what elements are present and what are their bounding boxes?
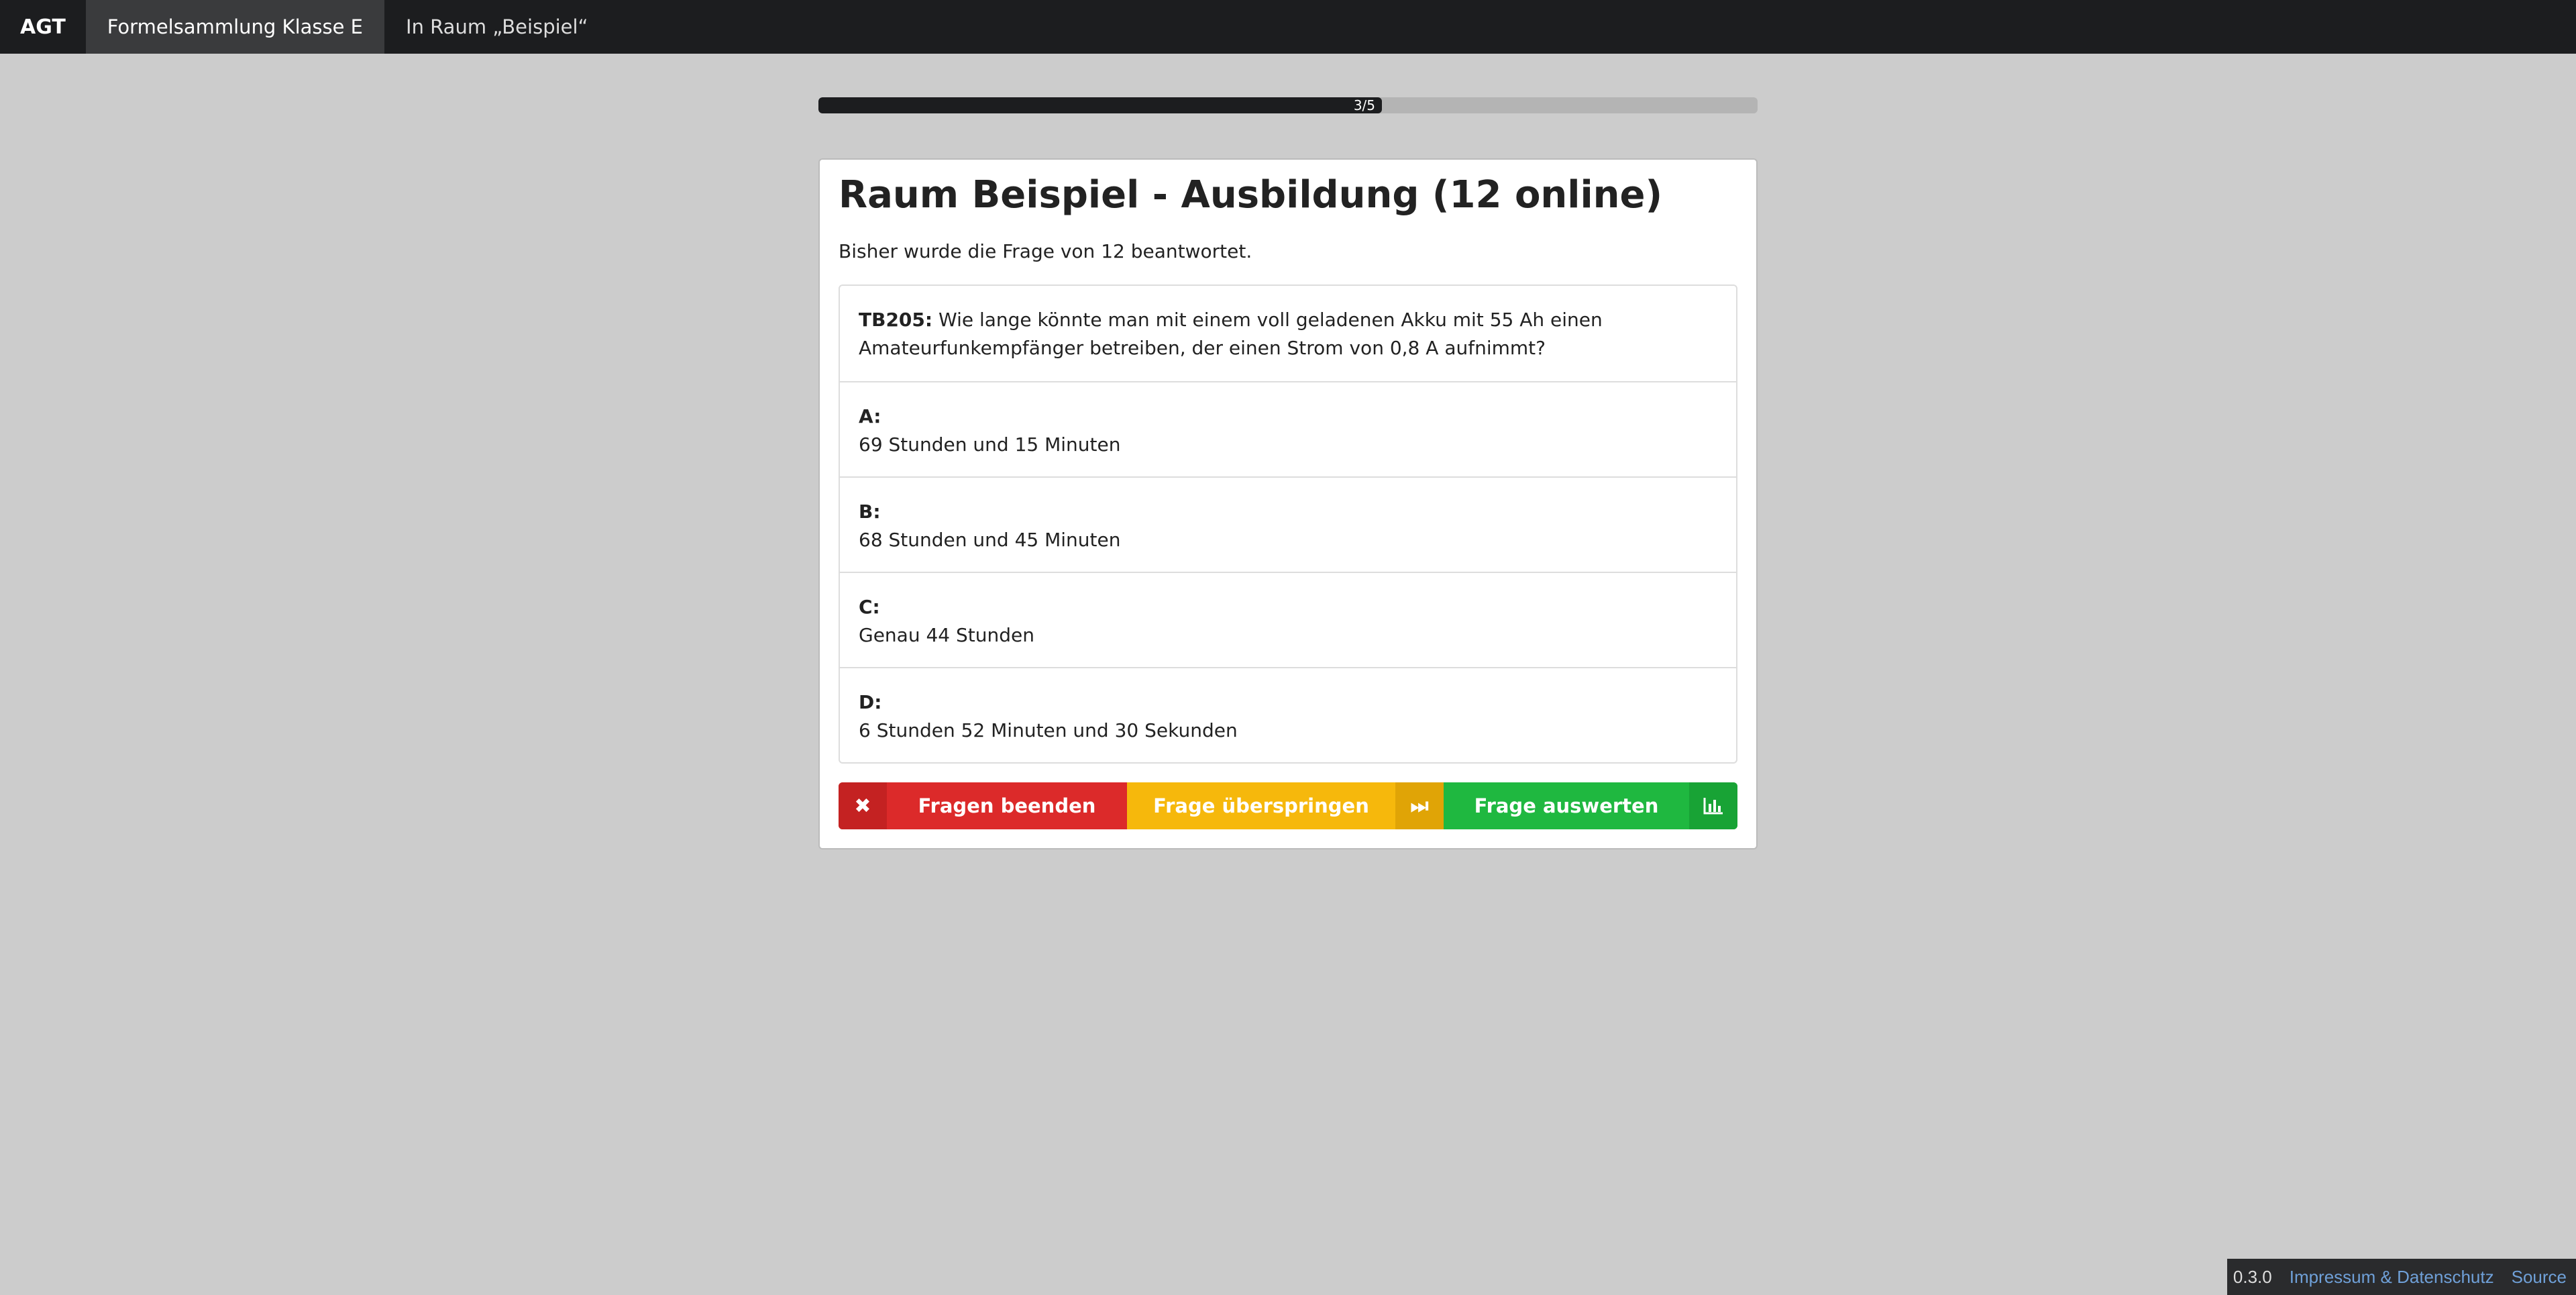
question-body: Wie lange könnte man mit einem voll gela… <box>859 309 1603 359</box>
room-card: Raum Beispiel - Ausbildung (12 online) B… <box>818 158 1758 849</box>
answer-option-b[interactable]: B: 68 Stunden und 45 Minuten <box>840 476 1736 572</box>
page-title: Raum Beispiel - Ausbildung (12 online) <box>839 173 1663 217</box>
source-link[interactable]: Source <box>2512 1267 2567 1288</box>
close-icon: ✖ <box>839 782 887 829</box>
skip-question-label: Frage überspringen <box>1153 794 1369 817</box>
question-id: TB205: <box>859 309 933 331</box>
answer-option-a[interactable]: A: 69 Stunden und 15 Minuten <box>840 381 1736 476</box>
question-text: TB205: Wie lange könnte man mit einem vo… <box>840 286 1736 381</box>
fast-forward-icon: ⏭ <box>1395 782 1444 829</box>
imprint-link[interactable]: Impressum & Datenschutz <box>2290 1267 2494 1288</box>
top-navbar: AGT Formelsammlung Klasse E In Raum „Bei… <box>0 0 2576 54</box>
option-text: 69 Stunden und 15 Minuten <box>859 433 1121 456</box>
bar-chart-svg <box>1703 798 1723 815</box>
option-text: 68 Stunden und 45 Minuten <box>859 529 1121 551</box>
option-key: D: <box>859 691 882 713</box>
answered-count-text: Bisher wurde die Frage von 12 beantworte… <box>839 240 1252 262</box>
version-label: 0.3.0 <box>2233 1266 2272 1287</box>
option-text: 6 Stunden 52 Minuten und 30 Sekunden <box>859 719 1238 741</box>
option-key: B: <box>859 501 881 523</box>
action-button-group: ✖ Fragen beenden Frage überspringen ⏭ Fr… <box>839 782 1737 829</box>
nav-item-formelsammlung[interactable]: Formelsammlung Klasse E <box>85 0 385 54</box>
end-questions-label: Fragen beenden <box>918 794 1096 817</box>
question-progress-bar: 3/5 <box>818 97 1758 113</box>
answer-option-d[interactable]: D: 6 Stunden 52 Minuten und 30 Sekunden <box>840 667 1736 762</box>
end-questions-button[interactable]: ✖ Fragen beenden <box>839 782 1127 829</box>
option-text: Genau 44 Stunden <box>859 624 1034 646</box>
evaluate-question-label: Frage auswerten <box>1474 794 1659 817</box>
option-key: A: <box>859 405 881 427</box>
nav-brand[interactable]: AGT <box>0 0 86 54</box>
option-key: C: <box>859 596 880 618</box>
progress-label: 3/5 <box>1353 97 1375 113</box>
question-list: TB205: Wie lange könnte man mit einem vo… <box>839 284 1737 764</box>
progress-fill: 3/5 <box>818 97 1382 113</box>
answer-option-c[interactable]: C: Genau 44 Stunden <box>840 572 1736 667</box>
evaluate-question-button[interactable]: Frage auswerten <box>1444 782 1737 829</box>
nav-item-room[interactable]: In Raum „Beispiel“ <box>384 0 610 54</box>
bar-chart-icon <box>1689 782 1737 829</box>
skip-question-button[interactable]: Frage überspringen ⏭ <box>1127 782 1444 829</box>
footer-bar: 0.3.0 Impressum & Datenschutz Source <box>2227 1259 2576 1295</box>
